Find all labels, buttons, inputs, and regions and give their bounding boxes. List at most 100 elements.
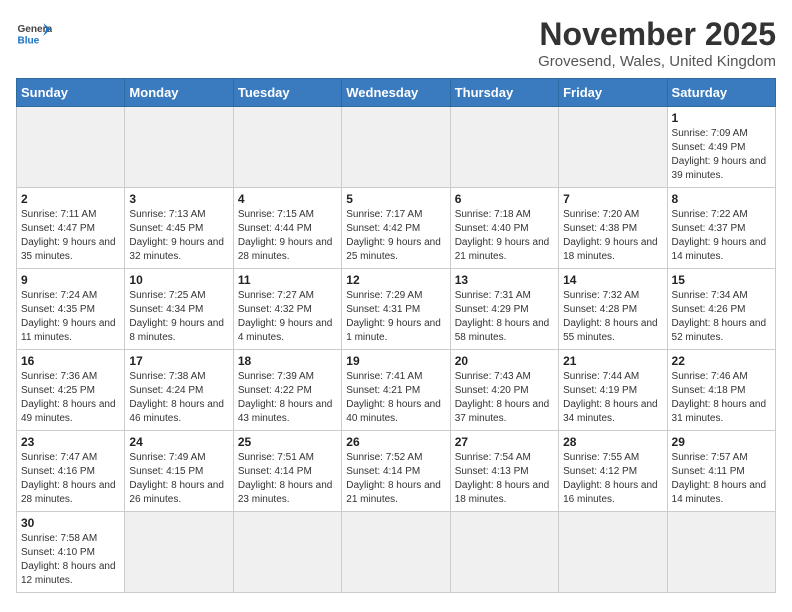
day-info: Sunrise: 7:38 AMSunset: 4:24 PMDaylight:…	[129, 370, 228, 426]
day-number: 3	[129, 192, 228, 206]
day-number: 23	[21, 435, 120, 449]
day-number: 5	[346, 192, 445, 206]
weekday-header-friday: Friday	[559, 79, 667, 107]
weekday-header-row: SundayMondayTuesdayWednesdayThursdayFrid…	[17, 79, 776, 107]
day-info: Sunrise: 7:34 AMSunset: 4:26 PMDaylight:…	[672, 289, 771, 345]
day-info: Sunrise: 7:25 AMSunset: 4:34 PMDaylight:…	[129, 289, 228, 345]
calendar-cell: 23 Sunrise: 7:47 AMSunset: 4:16 PMDayligh…	[17, 431, 125, 512]
day-number: 9	[21, 273, 120, 287]
day-number: 1	[672, 111, 771, 125]
day-info: Sunrise: 7:18 AMSunset: 4:40 PMDaylight:…	[455, 208, 554, 264]
day-info: Sunrise: 7:22 AMSunset: 4:37 PMDaylight:…	[672, 208, 771, 264]
day-number: 20	[455, 354, 554, 368]
calendar-cell	[450, 107, 558, 188]
weekday-header-wednesday: Wednesday	[342, 79, 450, 107]
day-number: 16	[21, 354, 120, 368]
day-number: 28	[563, 435, 662, 449]
weekday-header-saturday: Saturday	[667, 79, 775, 107]
day-info: Sunrise: 7:44 AMSunset: 4:19 PMDaylight:…	[563, 370, 662, 426]
day-number: 15	[672, 273, 771, 287]
calendar-cell	[125, 512, 233, 593]
day-number: 10	[129, 273, 228, 287]
day-info: Sunrise: 7:15 AMSunset: 4:44 PMDaylight:…	[238, 208, 337, 264]
day-info: Sunrise: 7:46 AMSunset: 4:18 PMDaylight:…	[672, 370, 771, 426]
calendar-cell: 2Sunrise: 7:11 AMSunset: 4:47 PMDaylight…	[17, 188, 125, 269]
calendar-cell: 17 Sunrise: 7:38 AMSunset: 4:24 PMDayligh…	[125, 350, 233, 431]
logo: General Blue	[16, 16, 52, 52]
calendar-cell: 10 Sunrise: 7:25 AMSunset: 4:34 PMDayligh…	[125, 269, 233, 350]
calendar-week-4: 16 Sunrise: 7:36 AMSunset: 4:25 PMDayligh…	[17, 350, 776, 431]
calendar-cell	[233, 107, 341, 188]
calendar-cell: 6 Sunrise: 7:18 AMSunset: 4:40 PMDaylight…	[450, 188, 558, 269]
day-info: Sunrise: 7:29 AMSunset: 4:31 PMDaylight:…	[346, 289, 445, 345]
title-section: November 2025 Grovesend, Wales, United K…	[538, 16, 776, 70]
calendar-cell: 15 Sunrise: 7:34 AMSunset: 4:26 PMDayligh…	[667, 269, 775, 350]
day-number: 11	[238, 273, 337, 287]
day-number: 8	[672, 192, 771, 206]
calendar-cell: 11 Sunrise: 7:27 AMSunset: 4:32 PMDayligh…	[233, 269, 341, 350]
day-info: Sunrise: 7:17 AMSunset: 4:42 PMDaylight:…	[346, 208, 445, 264]
day-number: 26	[346, 435, 445, 449]
calendar-cell	[450, 512, 558, 593]
day-info: Sunrise: 7:54 AMSunset: 4:13 PMDaylight:…	[455, 451, 554, 507]
calendar-cell: 9 Sunrise: 7:24 AMSunset: 4:35 PMDaylight…	[17, 269, 125, 350]
day-info: Sunrise: 7:32 AMSunset: 4:28 PMDaylight:…	[563, 289, 662, 345]
day-number: 21	[563, 354, 662, 368]
day-number: 12	[346, 273, 445, 287]
calendar-cell: 5 Sunrise: 7:17 AMSunset: 4:42 PMDaylight…	[342, 188, 450, 269]
day-info: Sunrise: 7:51 AMSunset: 4:14 PMDaylight:…	[238, 451, 337, 507]
day-info: Sunrise: 7:49 AMSunset: 4:15 PMDaylight:…	[129, 451, 228, 507]
day-info: Sunrise: 7:24 AMSunset: 4:35 PMDaylight:…	[21, 289, 120, 345]
day-number: 22	[672, 354, 771, 368]
day-number: 30	[21, 516, 120, 530]
calendar-body: 1 Sunrise: 7:09 AMSunset: 4:49 PMDaylight…	[17, 107, 776, 593]
day-number: 13	[455, 273, 554, 287]
calendar-cell: 30 Sunrise: 7:58 AMSunset: 4:10 PMDayligh…	[17, 512, 125, 593]
calendar-week-5: 23 Sunrise: 7:47 AMSunset: 4:16 PMDayligh…	[17, 431, 776, 512]
day-info: Sunrise: 7:41 AMSunset: 4:21 PMDaylight:…	[346, 370, 445, 426]
day-number: 24	[129, 435, 228, 449]
day-number: 14	[563, 273, 662, 287]
calendar-cell	[342, 512, 450, 593]
calendar-cell	[559, 512, 667, 593]
day-info: Sunrise: 7:09 AMSunset: 4:49 PMDaylight:…	[672, 127, 771, 183]
day-number: 27	[455, 435, 554, 449]
day-number: 6	[455, 192, 554, 206]
day-info: Sunrise: 7:58 AMSunset: 4:10 PMDaylight:…	[21, 532, 120, 588]
day-number: 2	[21, 192, 120, 206]
day-info: Sunrise: 7:27 AMSunset: 4:32 PMDaylight:…	[238, 289, 337, 345]
calendar-subtitle: Grovesend, Wales, United Kingdom	[538, 53, 776, 70]
day-number: 19	[346, 354, 445, 368]
calendar-cell: 28 Sunrise: 7:55 AMSunset: 4:12 PMDayligh…	[559, 431, 667, 512]
svg-text:Blue: Blue	[17, 35, 39, 46]
calendar-cell: 14 Sunrise: 7:32 AMSunset: 4:28 PMDayligh…	[559, 269, 667, 350]
calendar-cell: 29 Sunrise: 7:57 AMSunset: 4:11 PMDayligh…	[667, 431, 775, 512]
calendar-cell: 25 Sunrise: 7:51 AMSunset: 4:14 PMDayligh…	[233, 431, 341, 512]
day-info: Sunrise: 7:31 AMSunset: 4:29 PMDaylight:…	[455, 289, 554, 345]
calendar-table: SundayMondayTuesdayWednesdayThursdayFrid…	[16, 78, 776, 593]
calendar-cell	[559, 107, 667, 188]
calendar-cell	[125, 107, 233, 188]
day-info: Sunrise: 7:52 AMSunset: 4:14 PMDaylight:…	[346, 451, 445, 507]
calendar-cell: 12 Sunrise: 7:29 AMSunset: 4:31 PMDayligh…	[342, 269, 450, 350]
calendar-title: November 2025	[538, 16, 776, 53]
day-info: Sunrise: 7:36 AMSunset: 4:25 PMDaylight:…	[21, 370, 120, 426]
day-number: 4	[238, 192, 337, 206]
day-number: 29	[672, 435, 771, 449]
calendar-cell	[342, 107, 450, 188]
calendar-cell: 13 Sunrise: 7:31 AMSunset: 4:29 PMDayligh…	[450, 269, 558, 350]
day-number: 17	[129, 354, 228, 368]
day-info: Sunrise: 7:57 AMSunset: 4:11 PMDaylight:…	[672, 451, 771, 507]
weekday-header-tuesday: Tuesday	[233, 79, 341, 107]
weekday-header-monday: Monday	[125, 79, 233, 107]
calendar-cell: 24 Sunrise: 7:49 AMSunset: 4:15 PMDayligh…	[125, 431, 233, 512]
day-info: Sunrise: 7:43 AMSunset: 4:20 PMDaylight:…	[455, 370, 554, 426]
day-number: 25	[238, 435, 337, 449]
day-info: Sunrise: 7:55 AMSunset: 4:12 PMDaylight:…	[563, 451, 662, 507]
calendar-header: SundayMondayTuesdayWednesdayThursdayFrid…	[17, 79, 776, 107]
calendar-week-2: 2Sunrise: 7:11 AMSunset: 4:47 PMDaylight…	[17, 188, 776, 269]
day-info: Sunrise: 7:47 AMSunset: 4:16 PMDaylight:…	[21, 451, 120, 507]
calendar-cell: 4 Sunrise: 7:15 AMSunset: 4:44 PMDaylight…	[233, 188, 341, 269]
calendar-cell: 1 Sunrise: 7:09 AMSunset: 4:49 PMDaylight…	[667, 107, 775, 188]
calendar-cell: 21 Sunrise: 7:44 AMSunset: 4:19 PMDayligh…	[559, 350, 667, 431]
